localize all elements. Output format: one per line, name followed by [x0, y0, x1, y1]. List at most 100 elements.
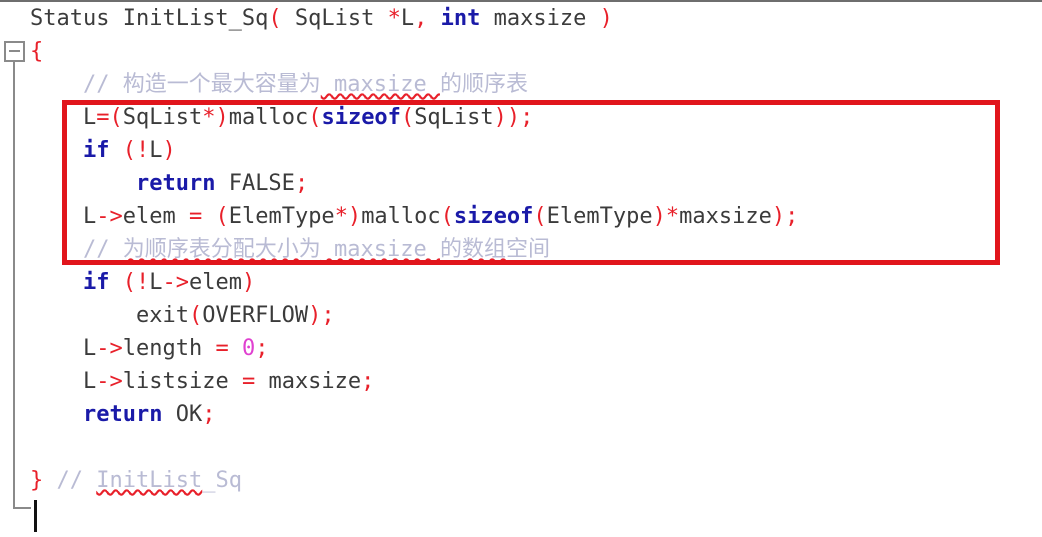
code-token: Status: [30, 6, 123, 31]
code-token: (: [268, 6, 282, 31]
code-token: (: [215, 204, 229, 229]
code-token: L: [82, 336, 97, 361]
code-token: 分配大小: [210, 237, 299, 262]
code-token: maxsize: [480, 6, 600, 31]
code-token: 的: [440, 237, 463, 262]
code-token: int: [440, 6, 481, 31]
code-token: ,: [414, 6, 428, 31]
code-line[interactable]: L->listsize = maxsize;: [0, 365, 1042, 398]
code-token: (: [440, 204, 454, 229]
code-line[interactable]: L->elem = (ElemType*)malloc(sizeof(ElemT…: [0, 200, 1042, 233]
code-token: ElemType: [546, 204, 653, 229]
code-token: }: [30, 468, 44, 493]
code-token: (!: [122, 138, 150, 163]
code-token: L: [82, 105, 97, 130]
code-token: (: [188, 303, 203, 328]
code-token: //: [56, 468, 97, 493]
code-line[interactable]: Status InitList_Sq( SqList *L, int maxsi…: [0, 2, 1042, 35]
code-token: //: [82, 72, 123, 97]
code-editor-surface[interactable]: Status InitList_Sq( SqList *L, int maxsi…: [0, 0, 1042, 537]
code-token: ->: [96, 204, 123, 229]
code-token: (: [400, 105, 415, 130]
code-token: InitList_Sq: [122, 6, 269, 31]
code-line[interactable]: exit(OVERFLOW);: [0, 299, 1042, 332]
code-line[interactable]: L=(SqList*)malloc(sizeof(SqList));: [0, 101, 1042, 134]
code-token: _Sq: [202, 468, 242, 493]
code-line[interactable]: return FALSE;: [0, 167, 1042, 200]
code-token: if: [82, 270, 110, 295]
code-token: sizeof: [321, 105, 401, 130]
code-token: ));: [493, 105, 534, 130]
code-token: *): [334, 204, 362, 229]
code-token: 为: [122, 237, 145, 262]
code-token: FALSE: [215, 171, 295, 196]
code-token: OK: [162, 402, 203, 427]
code-token: return: [82, 402, 163, 427]
code-line[interactable]: {: [0, 35, 1042, 68]
code-token: maxsize: [320, 72, 440, 97]
code-token: ->: [96, 369, 123, 394]
code-token: length: [122, 336, 216, 361]
code-line[interactable]: [0, 431, 1042, 464]
code-token: =: [241, 369, 256, 394]
code-line[interactable]: if (!L->elem): [0, 266, 1042, 299]
code-token: //: [82, 237, 123, 262]
code-token: 的顺序表: [439, 72, 528, 97]
code-line[interactable]: // 构造一个最大容量为 maxsize 的顺序表: [0, 68, 1042, 101]
code-token: maxsize: [255, 369, 362, 394]
code-token: L: [149, 138, 163, 163]
code-token: (!: [122, 270, 150, 295]
code-token: 顺序表: [144, 237, 211, 262]
code-token: ;: [255, 336, 269, 361]
code-token: sizeof: [453, 204, 534, 229]
code-line[interactable]: return OK;: [0, 398, 1042, 431]
code-line[interactable]: // 为顺序表分配大小为 maxsize 的数组空间: [0, 233, 1042, 266]
code-line[interactable]: if (!L): [0, 134, 1042, 167]
code-token: *): [202, 105, 229, 130]
code-token: 0: [241, 336, 256, 361]
code-token: 构造一个最大容量为: [122, 72, 321, 97]
code-token: malloc: [228, 105, 309, 130]
source-code-block[interactable]: Status InitList_Sq( SqList *L, int maxsi…: [0, 2, 1042, 530]
code-token: elem: [188, 270, 242, 295]
code-token: ->: [162, 270, 189, 295]
code-token: (: [533, 204, 547, 229]
code-token: listsize: [122, 369, 242, 394]
code-token: maxsize: [679, 204, 772, 229]
code-token: 数组: [462, 237, 507, 262]
code-line[interactable]: L->length = 0;: [0, 332, 1042, 365]
code-token: SqList: [122, 105, 203, 130]
code-token: =: [215, 336, 229, 361]
code-token: malloc: [361, 204, 441, 229]
code-token: ;: [361, 369, 375, 394]
code-token: ;: [294, 171, 309, 196]
code-line[interactable]: [0, 497, 1042, 530]
code-token: if: [82, 138, 110, 163]
code-token: ->: [96, 336, 123, 361]
code-token: InitList: [96, 468, 203, 493]
code-token: OVERFLOW: [202, 303, 309, 328]
code-token: maxsize: [320, 237, 441, 262]
code-token: SqList: [281, 6, 388, 31]
code-token: L: [82, 369, 97, 394]
code-token: );: [771, 204, 799, 229]
text-caret: [34, 500, 37, 532]
code-token: ;: [202, 402, 216, 427]
code-line[interactable]: } // InitList_Sq: [0, 464, 1042, 497]
code-token: ): [162, 138, 176, 163]
code-token: (: [308, 105, 322, 130]
